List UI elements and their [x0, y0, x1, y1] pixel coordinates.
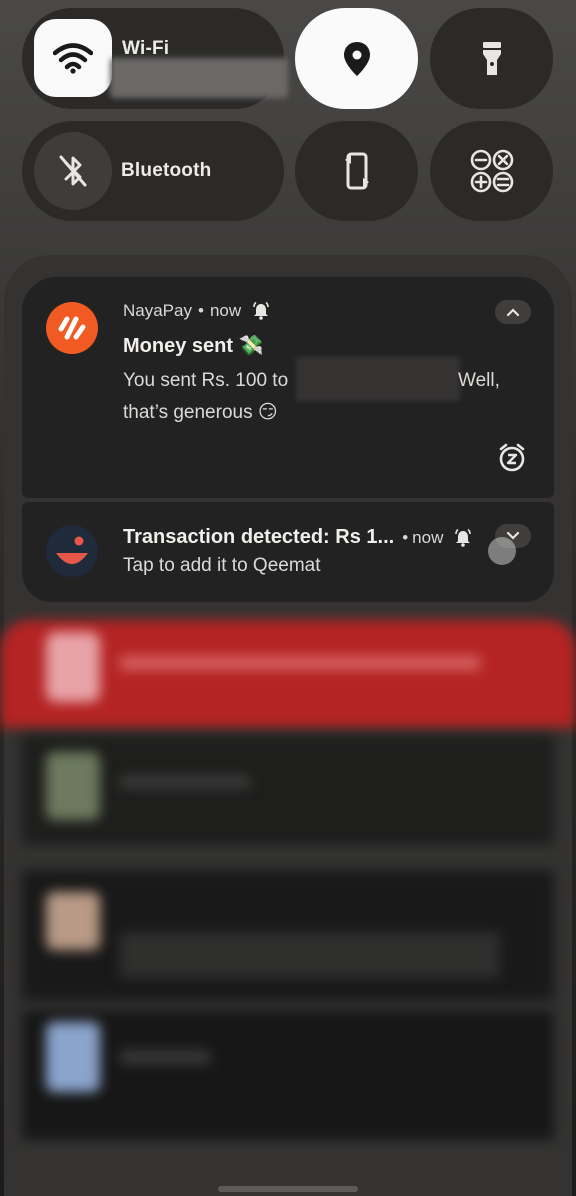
body-line2: that’s generous 😏	[123, 402, 278, 423]
wifi-icon	[53, 43, 93, 74]
blurred-notification-4-icon	[46, 1022, 100, 1092]
collapse-button[interactable]	[495, 300, 531, 324]
location-tile[interactable]	[295, 8, 418, 109]
bluetooth-icon-box	[34, 132, 112, 210]
notification-title: Transaction detected: Rs 1...	[123, 526, 395, 548]
flashlight-icon	[482, 41, 501, 75]
bluetooth-off-icon	[59, 155, 87, 187]
qeemat-app-icon	[46, 525, 98, 577]
nayapay-header: NayaPay • now	[123, 301, 271, 321]
location-pin-icon	[343, 41, 370, 76]
blurred-notification-2-text	[120, 776, 250, 788]
separator-dot: •	[197, 301, 204, 320]
auto-rotate-icon	[344, 152, 369, 190]
calculator-icon	[470, 149, 513, 193]
blurred-notification-2-icon	[46, 752, 100, 820]
calculator-icon-wrap	[430, 121, 553, 221]
flashlight-tile[interactable]	[430, 8, 553, 109]
blurred-notification-3-icon	[46, 892, 100, 950]
alert-bell-icon	[455, 528, 472, 547]
blurred-red-notification-icon	[46, 632, 100, 702]
chevron-up-icon	[506, 308, 520, 317]
qeemat-logo-icon	[56, 536, 88, 564]
nayapay-logo-icon	[58, 316, 86, 340]
calculator-tile[interactable]	[430, 121, 553, 221]
flashlight-icon-wrap	[430, 8, 553, 109]
notification-body: Tap to add it to Qeemat	[123, 555, 321, 576]
snooze-button[interactable]	[496, 442, 528, 474]
notification-time: now	[412, 527, 444, 547]
body-line1-end: Well,	[458, 370, 500, 391]
wifi-network-name-redacted	[110, 58, 288, 98]
alert-bell-icon	[253, 301, 269, 320]
touch-indicator	[488, 537, 516, 565]
blurred-red-notification-text	[120, 656, 480, 670]
blurred-notification-2	[22, 735, 554, 845]
qeemat-header: Transaction detected: Rs 1... • now	[123, 526, 473, 549]
wifi-label: Wi-Fi	[122, 38, 170, 59]
notification-time: now	[209, 301, 242, 320]
home-indicator[interactable]	[218, 1186, 358, 1192]
bluetooth-label: Bluetooth	[121, 160, 212, 181]
notification-title: Money sent 💸	[123, 335, 264, 357]
blurred-notification-3-text	[120, 932, 500, 978]
auto-rotate-icon-wrap	[295, 121, 418, 221]
separator-dot: •	[402, 527, 409, 547]
notification-shade-screen: Wi-Fi Bluetooth NayaPay • now Money sent…	[0, 0, 576, 1196]
notification-body: You sent Rs. 100 to Well, that’s generou…	[123, 357, 543, 429]
nayapay-notification[interactable]: NayaPay • now Money sent 💸 You sent Rs. …	[22, 277, 554, 498]
qeemat-notification[interactable]: Transaction detected: Rs 1... • now Tap …	[22, 502, 554, 602]
wifi-icon-box	[34, 19, 112, 97]
blurred-notification-4	[22, 1010, 554, 1140]
bluetooth-tile[interactable]: Bluetooth	[22, 121, 284, 221]
auto-rotate-tile[interactable]	[295, 121, 418, 221]
recipient-name-redacted	[296, 357, 460, 401]
blurred-notification-4-text	[120, 1050, 210, 1064]
app-name: NayaPay	[123, 301, 192, 320]
nayapay-app-icon	[46, 302, 98, 354]
snooze-alarm-icon	[499, 443, 525, 472]
wifi-tile[interactable]: Wi-Fi	[22, 8, 288, 109]
body-line1-start: You sent Rs. 100 to	[123, 370, 289, 391]
location-icon-wrap	[295, 8, 418, 109]
